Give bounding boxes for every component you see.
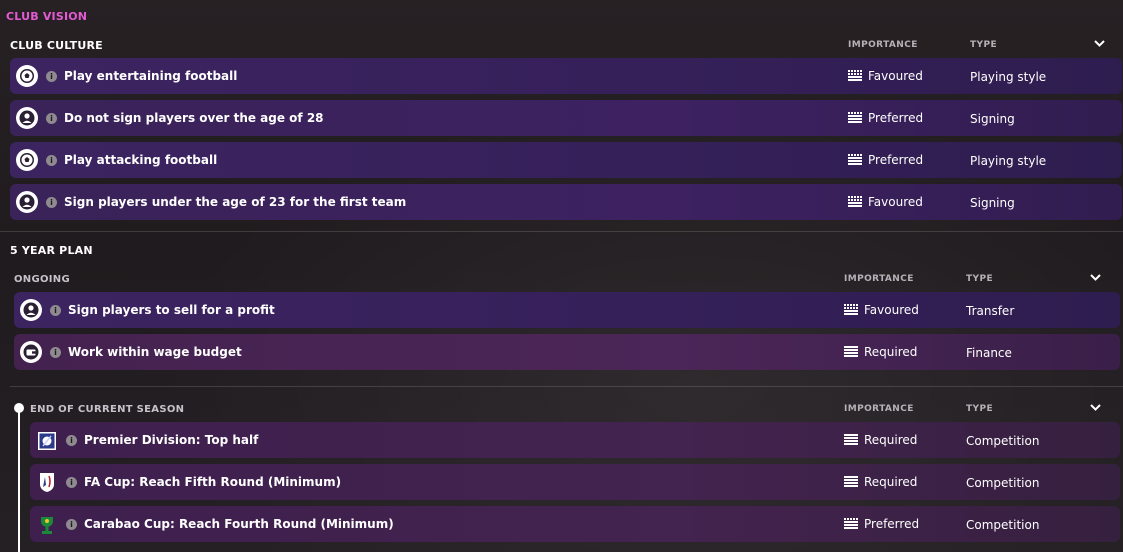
importance-bars-icon [844, 434, 858, 446]
importance-bars-icon [848, 196, 862, 208]
type-value: Competition [966, 476, 1040, 490]
info-icon[interactable]: i [46, 197, 57, 208]
info-icon[interactable]: i [66, 435, 77, 446]
row-title: Carabao Cup: Reach Fourth Round (Minimum… [84, 517, 394, 531]
importance-bars-icon [848, 112, 862, 124]
importance-bars-icon [844, 304, 858, 316]
row-title: Work within wage budget [68, 345, 242, 359]
football-icon [16, 65, 38, 87]
club-culture-row[interactable]: i Play attacking football Preferred Play… [10, 142, 1122, 178]
info-icon[interactable]: i [66, 477, 77, 488]
importance-bars-icon [844, 346, 858, 358]
row-title: Sign players under the age of 23 for the… [64, 195, 407, 209]
wallet-icon [20, 341, 42, 363]
info-icon[interactable]: i [50, 347, 61, 358]
importance-value: Preferred [848, 153, 923, 167]
ongoing-type-header[interactable]: TYPE [966, 274, 993, 284]
ongoing-title: ONGOING [14, 274, 70, 285]
info-icon[interactable]: i [46, 155, 57, 166]
type-value: Competition [966, 434, 1040, 448]
importance-value: Favoured [848, 195, 923, 209]
type-value: Signing [970, 196, 1015, 210]
type-value: Finance [966, 346, 1012, 360]
five-year-plan-title: 5 YEAR PLAN [10, 244, 93, 257]
type-value: Playing style [970, 154, 1047, 168]
type-value: Transfer [966, 304, 1015, 318]
type-value: Playing style [970, 70, 1047, 84]
info-icon[interactable]: i [66, 519, 77, 530]
club-culture-row[interactable]: i Sign players under the age of 23 for t… [10, 184, 1122, 220]
club-culture-row[interactable]: i Do not sign players over the age of 28… [10, 100, 1122, 136]
importance-value: Preferred [848, 111, 923, 125]
importance-value: Required [844, 433, 917, 447]
end-of-season-type-header[interactable]: TYPE [966, 404, 993, 414]
row-title: Play entertaining football [64, 69, 238, 83]
importance-value: Required [844, 475, 917, 489]
info-icon[interactable]: i [46, 113, 57, 124]
chevron-down-icon[interactable] [1090, 273, 1101, 282]
row-title: FA Cup: Reach Fifth Round (Minimum) [84, 475, 342, 489]
end-of-season-title: END OF CURRENT SEASON [30, 404, 185, 415]
end-of-season-row[interactable]: i Premier Division: Top half Required Co… [30, 422, 1120, 458]
row-title: Do not sign players over the age of 28 [64, 111, 324, 125]
chevron-down-icon[interactable] [1094, 39, 1105, 48]
club-culture-type-header[interactable]: TYPE [970, 40, 997, 50]
person-icon [20, 299, 42, 321]
ongoing-importance-header[interactable]: IMPORTANCE [844, 274, 914, 284]
row-title: Premier Division: Top half [84, 433, 259, 447]
info-icon[interactable]: i [50, 305, 61, 316]
club-culture-row[interactable]: i Play entertaining football Favoured Pl… [10, 58, 1122, 94]
type-value: Competition [966, 518, 1040, 532]
person-icon [16, 191, 38, 213]
row-title: Play attacking football [64, 153, 218, 167]
importance-value: Required [844, 345, 917, 359]
ongoing-row[interactable]: i Work within wage budget Required Finan… [14, 334, 1120, 370]
importance-bars-icon [848, 70, 862, 82]
end-of-season-row[interactable]: i FA Cup: Reach Fifth Round (Minimum) Re… [30, 464, 1120, 500]
premier-division-crest-icon [37, 430, 57, 451]
end-of-season-row[interactable]: i Carabao Cup: Reach Fourth Round (Minim… [30, 506, 1120, 542]
row-title: Sign players to sell for a profit [68, 303, 275, 317]
chevron-down-icon[interactable] [1090, 403, 1101, 412]
fa-cup-crest-icon [37, 472, 57, 493]
section-divider [0, 231, 1123, 232]
importance-value: Favoured [848, 69, 923, 83]
club-culture-importance-header[interactable]: IMPORTANCE [848, 40, 918, 50]
person-icon [16, 107, 38, 129]
section-divider [10, 386, 1123, 387]
club-culture-title: CLUB CULTURE [10, 39, 103, 52]
importance-value: Preferred [844, 517, 919, 531]
importance-value: Favoured [844, 303, 919, 317]
carabao-cup-crest-icon [37, 514, 57, 535]
info-icon[interactable]: i [46, 71, 57, 82]
ongoing-row[interactable]: i Sign players to sell for a profit Favo… [14, 292, 1120, 328]
timeline-line [18, 411, 20, 552]
end-of-season-importance-header[interactable]: IMPORTANCE [844, 404, 914, 414]
importance-bars-icon [844, 476, 858, 488]
type-value: Signing [970, 112, 1015, 126]
importance-bars-icon [848, 154, 862, 166]
football-icon [16, 149, 38, 171]
page-title: CLUB VISION [6, 10, 88, 23]
importance-bars-icon [844, 518, 858, 530]
